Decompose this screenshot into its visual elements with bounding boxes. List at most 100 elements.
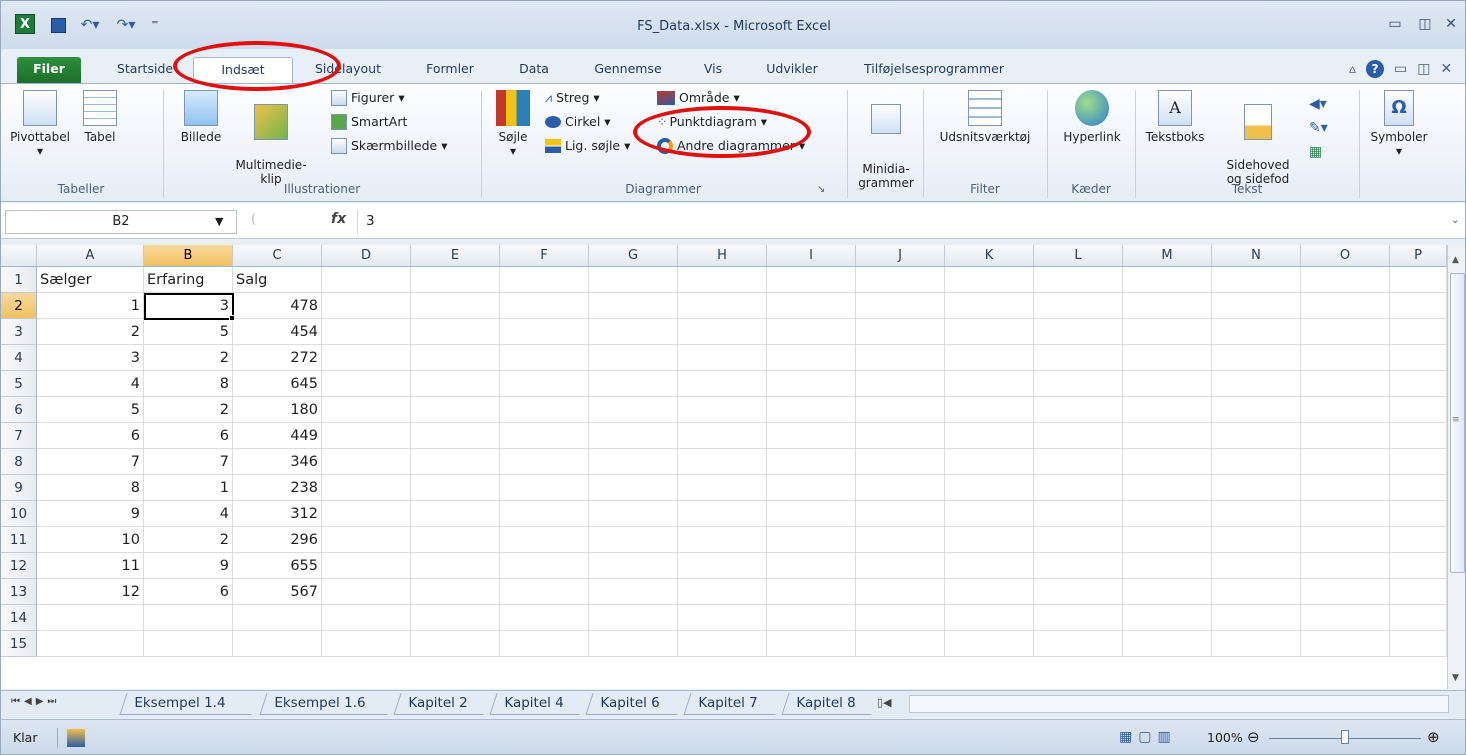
pie-chart-button[interactable]: Cirkel ▾ (545, 112, 611, 132)
row-header[interactable]: 8 (1, 449, 37, 475)
cell[interactable] (1212, 501, 1301, 527)
cell[interactable] (945, 345, 1034, 371)
cell[interactable] (1301, 371, 1390, 397)
cell[interactable] (500, 605, 589, 631)
cell[interactable] (1390, 397, 1447, 423)
sheet-tab[interactable]: Kapitel 2 (393, 693, 491, 715)
cell[interactable] (1212, 579, 1301, 605)
cell[interactable] (678, 423, 767, 449)
cell[interactable] (37, 631, 144, 657)
cell[interactable] (678, 267, 767, 293)
cell[interactable]: 478 (233, 293, 322, 319)
cell[interactable] (945, 501, 1034, 527)
cell[interactable] (589, 501, 678, 527)
cell[interactable] (945, 293, 1034, 319)
column-header[interactable]: P (1390, 245, 1447, 267)
signature-line-icon[interactable]: ✎▾ (1309, 116, 1333, 140)
cell[interactable]: Sælger (37, 267, 144, 293)
worksheet-grid[interactable]: A B C D E F G H I J K L M N O P 1 Sælger Erfaring Salg 2 1 3 47… (1, 245, 1447, 689)
cell[interactable] (411, 423, 500, 449)
textbox-button[interactable]: A Tekstboks (1139, 90, 1211, 144)
cell[interactable]: 3 (37, 345, 144, 371)
cell[interactable] (767, 449, 856, 475)
cell[interactable] (322, 501, 411, 527)
cell[interactable] (1034, 449, 1123, 475)
cell[interactable] (1301, 319, 1390, 345)
cell[interactable] (589, 527, 678, 553)
cell[interactable]: 10 (37, 527, 144, 553)
cell[interactable] (767, 267, 856, 293)
cell[interactable] (767, 501, 856, 527)
cell[interactable] (500, 475, 589, 501)
cell[interactable] (1034, 293, 1123, 319)
cell[interactable] (767, 579, 856, 605)
cell[interactable] (678, 293, 767, 319)
vertical-scrollbar[interactable]: ≡ ▲ ▼ (1447, 245, 1465, 689)
picture-button[interactable]: Billede (169, 90, 233, 144)
cell[interactable] (678, 345, 767, 371)
cell[interactable] (1123, 631, 1212, 657)
cell[interactable] (1212, 371, 1301, 397)
cell[interactable] (1301, 501, 1390, 527)
cell[interactable] (1390, 527, 1447, 553)
cell[interactable] (322, 553, 411, 579)
zoom-slider-thumb[interactable] (1341, 730, 1349, 744)
cell[interactable] (411, 449, 500, 475)
cell[interactable]: 567 (233, 579, 322, 605)
cell[interactable] (1123, 475, 1212, 501)
cell[interactable]: 454 (233, 319, 322, 345)
dialog-launcher-icon[interactable]: ↘ (817, 184, 825, 195)
cell[interactable] (411, 371, 500, 397)
cell[interactable]: 6 (144, 579, 233, 605)
cell[interactable] (856, 553, 945, 579)
column-header[interactable]: L (1034, 245, 1123, 267)
column-header[interactable]: M (1123, 245, 1212, 267)
column-header[interactable]: O (1301, 245, 1390, 267)
cell[interactable]: 346 (233, 449, 322, 475)
cell[interactable]: 2 (144, 527, 233, 553)
cell[interactable] (945, 319, 1034, 345)
cell[interactable]: 312 (233, 501, 322, 527)
cell[interactable] (1301, 449, 1390, 475)
cell[interactable]: 2 (144, 345, 233, 371)
smartart-button[interactable]: SmartArt (331, 112, 407, 132)
cell[interactable] (1034, 605, 1123, 631)
cell[interactable] (322, 475, 411, 501)
row-header[interactable]: 2 (1, 293, 37, 319)
hyperlink-button[interactable]: Hyperlink (1051, 90, 1133, 144)
cell[interactable] (945, 423, 1034, 449)
cell[interactable]: 7 (144, 449, 233, 475)
cell[interactable] (1034, 501, 1123, 527)
column-header[interactable]: F (500, 245, 589, 267)
cell[interactable] (411, 527, 500, 553)
cell[interactable] (678, 449, 767, 475)
cell[interactable] (500, 527, 589, 553)
tab-addins[interactable]: Tilføjelsesprogrammer (849, 57, 1019, 83)
tab-file[interactable]: Filer (17, 57, 81, 83)
cell[interactable]: 6 (144, 423, 233, 449)
cell[interactable] (856, 501, 945, 527)
symbols-button[interactable]: Ω Symboler ▾ (1363, 90, 1435, 158)
cell[interactable] (589, 319, 678, 345)
tab-review[interactable]: Gennemse (581, 57, 675, 83)
cell[interactable] (322, 371, 411, 397)
row-header[interactable]: 12 (1, 553, 37, 579)
row-header[interactable]: 3 (1, 319, 37, 345)
row-header[interactable]: 13 (1, 579, 37, 605)
table-button[interactable]: Tabel (75, 90, 125, 144)
cell[interactable]: 272 (233, 345, 322, 371)
column-header[interactable]: C (233, 245, 322, 267)
row-header[interactable]: 6 (1, 397, 37, 423)
cell[interactable] (767, 527, 856, 553)
cell[interactable] (322, 267, 411, 293)
cell[interactable] (500, 267, 589, 293)
macro-record-icon[interactable] (67, 729, 85, 747)
cell[interactable] (589, 579, 678, 605)
cell[interactable]: 5 (144, 319, 233, 345)
cell[interactable] (1212, 527, 1301, 553)
column-header[interactable]: B (144, 245, 233, 267)
cell[interactable]: 12 (37, 579, 144, 605)
column-header[interactable]: H (678, 245, 767, 267)
cell[interactable] (37, 605, 144, 631)
cell[interactable] (1034, 397, 1123, 423)
